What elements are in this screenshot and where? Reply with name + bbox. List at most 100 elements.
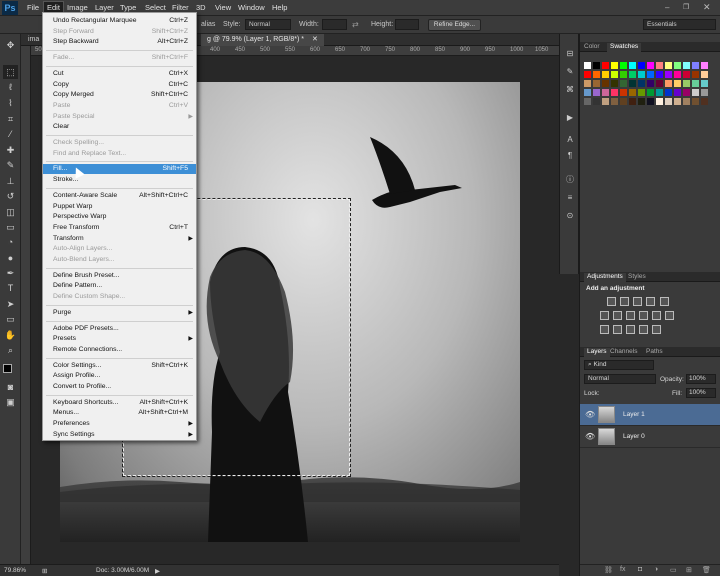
layer-row-layer1[interactable]: 👁 Layer 1 — [580, 404, 720, 426]
width-field[interactable] — [322, 19, 347, 30]
color-balance-icon[interactable] — [613, 311, 622, 320]
menu-select[interactable]: Select — [145, 3, 166, 12]
swatch[interactable] — [629, 89, 636, 96]
quick-mask-icon[interactable]: ◙ — [3, 380, 18, 394]
menu-item[interactable]: Perspective Warp — [43, 212, 196, 222]
clone-stamp-icon[interactable]: ⊥ — [3, 174, 18, 188]
swatch[interactable] — [620, 80, 627, 87]
swatch[interactable] — [692, 89, 699, 96]
swap-icon[interactable]: ⇄ — [352, 20, 359, 29]
new-group-icon[interactable]: ▭ — [670, 566, 677, 574]
menu-window[interactable]: Window — [238, 3, 265, 12]
swatch[interactable] — [683, 80, 690, 87]
quick-select-icon[interactable]: ⌇ — [3, 96, 18, 110]
history-brush-icon[interactable]: ↺ — [3, 189, 18, 203]
zoom-level[interactable]: 79.86% — [4, 567, 26, 574]
swatch[interactable] — [647, 98, 654, 105]
tab-paths[interactable]: Paths — [646, 348, 663, 355]
swatch[interactable] — [638, 80, 645, 87]
menu-file[interactable]: File — [27, 3, 39, 12]
threshold-icon[interactable] — [626, 325, 635, 334]
character-panel-icon[interactable]: A — [563, 134, 577, 146]
gradient-tool-icon[interactable]: ▭ — [3, 220, 18, 234]
blur-tool-icon[interactable]: ◔ — [3, 235, 18, 249]
path-select-icon[interactable]: ➤ — [3, 297, 18, 311]
zoom-tool-icon[interactable]: ⌕ — [3, 343, 18, 357]
menu-item[interactable]: Remote Connections... — [43, 345, 196, 355]
swatch[interactable] — [629, 80, 636, 87]
swatch[interactable] — [638, 71, 645, 78]
brush-panel-icon[interactable]: ✎ — [563, 66, 577, 78]
swatch[interactable] — [611, 80, 618, 87]
swatch[interactable] — [593, 62, 600, 69]
menu-item[interactable]: Keyboard Shortcuts... Alt+Shift+Ctrl+K — [43, 398, 196, 408]
menu-filter[interactable]: Filter — [172, 3, 189, 12]
menu-image[interactable]: Image — [67, 3, 88, 12]
curves-icon[interactable] — [633, 297, 642, 306]
swatch[interactable] — [647, 89, 654, 96]
swatch[interactable] — [584, 89, 591, 96]
menu-item[interactable]: Undo Rectangular Marquee Ctrl+Z — [43, 16, 196, 26]
menu-item[interactable]: Find and Replace Text... — [43, 149, 196, 159]
menu-3d[interactable]: 3D — [196, 3, 206, 12]
tab-swatches[interactable]: Swatches — [607, 43, 642, 52]
restore-icon[interactable]: ❐ — [683, 3, 689, 11]
swatch[interactable] — [665, 80, 672, 87]
menu-item[interactable]: Presets ▶ — [43, 334, 196, 344]
menu-item[interactable]: Step Backward Alt+Ctrl+Z — [43, 37, 196, 47]
history-panel-icon[interactable]: ⊟ — [563, 48, 577, 60]
menu-item[interactable]: Paste Special ▶ — [43, 112, 196, 122]
layer-name[interactable]: Layer 1 — [623, 411, 645, 418]
swatch[interactable] — [602, 98, 609, 105]
layer-name[interactable]: Layer 0 — [623, 433, 645, 440]
menu-layer[interactable]: Layer — [95, 3, 114, 12]
menu-item[interactable]: Transform ▶ — [43, 234, 196, 244]
swatch[interactable] — [656, 62, 663, 69]
swatch[interactable] — [647, 71, 654, 78]
move-tool-icon[interactable]: ✥ — [3, 38, 18, 52]
swatch[interactable] — [656, 80, 663, 87]
menu-view[interactable]: View — [215, 3, 231, 12]
tab-layers[interactable]: Layers — [584, 348, 610, 357]
swatch[interactable] — [611, 71, 618, 78]
swatch[interactable] — [683, 62, 690, 69]
doc-tab-active[interactable]: g @ 79.9% (Layer 1, RGB/8*) * ✕ — [201, 34, 324, 46]
add-mask-icon[interactable]: ◘ — [638, 566, 642, 573]
blend-mode-select[interactable]: Normal — [584, 374, 656, 384]
swatch[interactable] — [620, 89, 627, 96]
color-lookup-icon[interactable] — [665, 311, 674, 320]
menu-item[interactable]: Assign Profile... — [43, 371, 196, 381]
swatch[interactable] — [611, 98, 618, 105]
opacity-field[interactable]: 100% — [686, 374, 716, 384]
info-panel-icon[interactable]: ⓘ — [563, 174, 577, 186]
swatch[interactable] — [674, 80, 681, 87]
dodge-tool-icon[interactable]: ● — [3, 251, 18, 265]
swatch[interactable] — [602, 89, 609, 96]
brush-tool-icon[interactable]: ✎ — [3, 158, 18, 172]
swatch[interactable] — [629, 98, 636, 105]
actions-panel-icon[interactable]: ▶ — [563, 112, 577, 124]
swatch[interactable] — [674, 71, 681, 78]
swatch[interactable] — [638, 62, 645, 69]
levels-icon[interactable] — [620, 297, 629, 306]
swatch[interactable] — [665, 89, 672, 96]
minimize-icon[interactable]: – — [665, 3, 669, 12]
swatch[interactable] — [620, 62, 627, 69]
menu-item[interactable]: Step Forward Shift+Ctrl+Z — [43, 27, 196, 37]
swatch[interactable] — [656, 98, 663, 105]
swatch[interactable] — [611, 62, 618, 69]
selective-color-icon[interactable] — [639, 325, 648, 334]
menu-item[interactable]: Free Transform Ctrl+T — [43, 223, 196, 233]
swatch[interactable] — [584, 62, 591, 69]
fill-field[interactable]: 100% — [686, 388, 716, 398]
swatch[interactable] — [674, 98, 681, 105]
swatch[interactable] — [620, 71, 627, 78]
menu-item[interactable]: Menus... Alt+Shift+Ctrl+M — [43, 408, 196, 418]
swatch[interactable] — [656, 71, 663, 78]
brightness-icon[interactable] — [607, 297, 616, 306]
swatch[interactable] — [665, 62, 672, 69]
fx-icon[interactable]: fx — [620, 566, 625, 573]
delete-layer-icon[interactable]: 🗑 — [702, 566, 711, 574]
swatch[interactable] — [692, 98, 699, 105]
menu-item[interactable]: Copy Merged Shift+Ctrl+C — [43, 90, 196, 100]
